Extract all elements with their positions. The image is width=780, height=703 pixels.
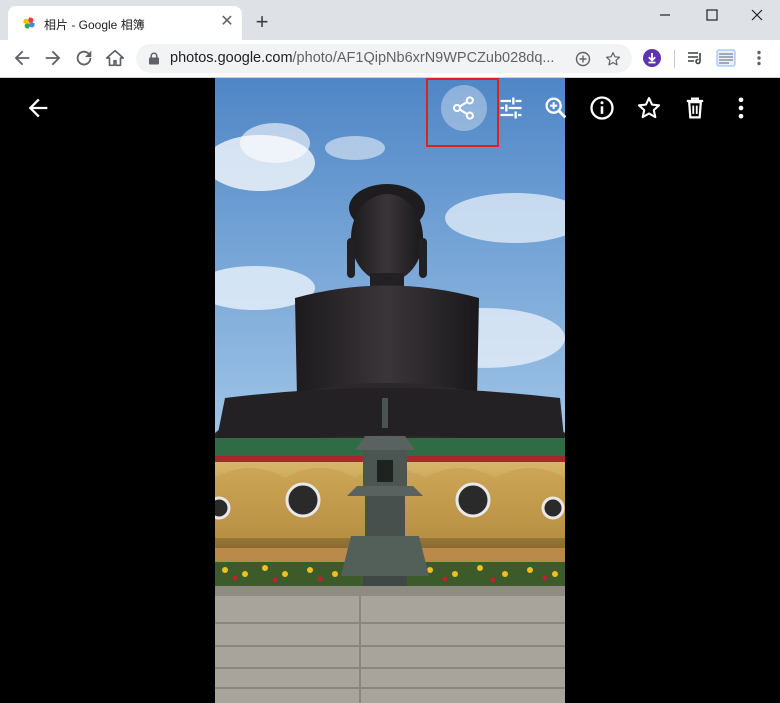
more-vert-icon[interactable]: [727, 94, 755, 122]
browser-toolbar: photos.google.com/photo/AF1QipNb6xrN9WPC…: [0, 40, 780, 78]
maximize-icon[interactable]: [697, 6, 727, 24]
lock-icon[interactable]: [148, 52, 160, 65]
home-icon[interactable]: [104, 47, 126, 69]
url-host: photos.google.com: [170, 50, 293, 66]
back-arrow-icon[interactable]: [24, 94, 52, 122]
download-extension-icon[interactable]: [642, 48, 662, 68]
google-photos-favicon: [23, 17, 35, 29]
browser-tab[interactable]: 相片 - Google 相簿 ✕: [8, 6, 242, 40]
address-bar[interactable]: photos.google.com/photo/AF1QipNb6xrN9WPC…: [136, 44, 632, 73]
new-tab-button[interactable]: +: [252, 11, 272, 33]
toolbar-divider: [674, 50, 675, 68]
window-close-icon[interactable]: [742, 6, 772, 24]
minimize-icon[interactable]: [650, 6, 680, 24]
share-highlight-box: [426, 78, 499, 147]
photo-image[interactable]: [215, 78, 565, 703]
bookmark-star-icon[interactable]: [604, 50, 622, 68]
info-icon[interactable]: [588, 94, 616, 122]
star-icon[interactable]: [635, 94, 663, 122]
url-path: /photo/AF1QipNb6xrN9WPCZub028dq...: [292, 50, 555, 66]
zoom-in-icon[interactable]: [542, 94, 570, 122]
media-queue-icon[interactable]: [685, 48, 705, 68]
tab-close-icon[interactable]: ✕: [218, 13, 236, 31]
delete-icon[interactable]: [681, 94, 709, 122]
profile-avatar-icon[interactable]: [716, 48, 736, 68]
edit-adjust-icon[interactable]: [497, 94, 525, 122]
forward-icon[interactable]: [42, 47, 64, 69]
install-app-icon[interactable]: [574, 50, 592, 68]
reload-icon[interactable]: [73, 47, 95, 69]
url-text[interactable]: photos.google.com/photo/AF1QipNb6xrN9WPC…: [170, 50, 554, 66]
back-icon[interactable]: [11, 47, 33, 69]
photo-viewer: [0, 78, 780, 703]
tab-title: 相片 - Google 相簿: [44, 18, 145, 32]
chrome-menu-icon[interactable]: [749, 48, 769, 68]
browser-titlebar: 相片 - Google 相簿 ✕ +: [0, 0, 780, 40]
